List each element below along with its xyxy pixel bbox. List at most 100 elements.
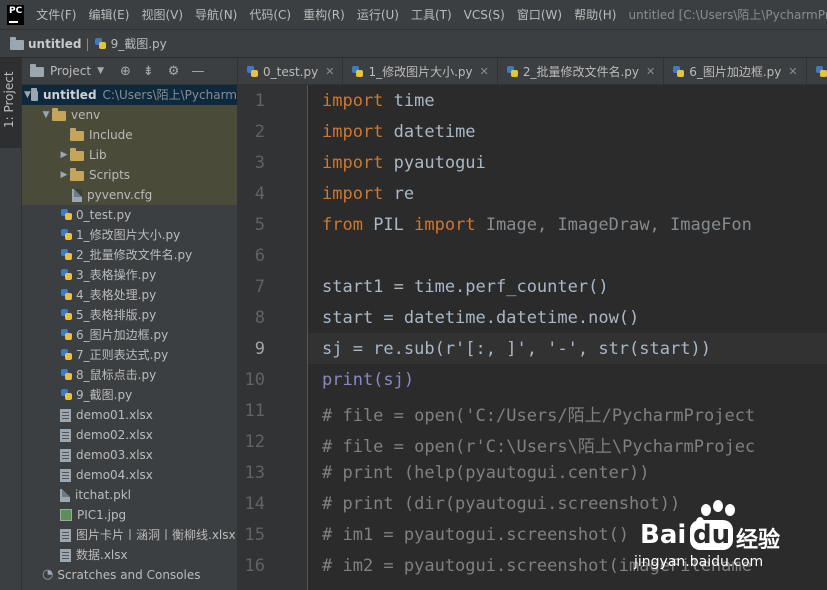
python-file-icon — [60, 228, 73, 242]
tree-file[interactable]: 0_test.py — [22, 205, 237, 225]
separator: | — [85, 36, 90, 51]
chevron-down-icon[interactable]: ▼ — [97, 66, 104, 76]
hide-icon[interactable]: — — [191, 64, 204, 79]
menu-help[interactable]: 帮助(H) — [568, 6, 622, 23]
tree-scratches[interactable]: ◔ Scratches and Consoles — [22, 565, 237, 585]
menu-vcs[interactable]: VCS(S) — [458, 8, 511, 22]
menu-navigate[interactable]: 导航(N) — [189, 6, 243, 23]
breadcrumb: untitled | 9_截图.py — [0, 30, 827, 58]
tree-item-label: demo04.xlsx — [76, 468, 153, 482]
breadcrumb-project[interactable]: untitled — [28, 37, 82, 51]
tool-window-strip: 1: Project — [0, 58, 22, 590]
tree-file[interactable]: 4_表格处理.py — [22, 285, 237, 305]
spreadsheet-file-icon — [60, 408, 71, 422]
tree-item-label: venv — [71, 108, 101, 122]
line-number: 16 — [244, 556, 265, 576]
tree-item-label: Lib — [89, 148, 107, 162]
line-number: 5 — [254, 215, 265, 235]
tree-item-label: PIC1.jpg — [77, 508, 127, 522]
tree-item-label: 0_test.py — [76, 208, 132, 222]
breadcrumb-file[interactable]: 9_截图.py — [111, 35, 167, 52]
project-tool-tab[interactable]: 1: Project — [0, 58, 21, 148]
tree-file[interactable]: 2_批量修改文件名.py — [22, 245, 237, 265]
chevron-down-icon[interactable]: ▼ — [40, 105, 52, 125]
python-file-icon — [60, 388, 73, 402]
tree-file[interactable]: 5_表格排版.py — [22, 305, 237, 325]
editor-tab[interactable]: 0_test.py ✕ — [238, 58, 344, 84]
tree-file[interactable]: demo04.xlsx — [22, 465, 237, 485]
tree-file[interactable]: 数据.xlsx — [22, 545, 237, 565]
line-number: 12 — [244, 432, 265, 452]
editor-tab[interactable]: 1_修改图片大小.py ✕ — [343, 58, 498, 84]
spreadsheet-file-icon — [60, 528, 71, 542]
watermark-url: jingyan.baidu.com — [634, 554, 764, 570]
tab-label: 6_图片加边框.py — [689, 65, 782, 79]
baidu-watermark: Bai du 经验 jingyan.baidu.com — [632, 498, 822, 578]
tree-folder-lib[interactable]: ▶ Lib — [22, 145, 237, 165]
tree-file[interactable]: 6_图片加边框.py — [22, 325, 237, 345]
tree-file[interactable]: 3_表格操作.py — [22, 265, 237, 285]
project-tool-label: 1: Project — [2, 71, 16, 128]
project-toolbar: Project ▼ ⊕ ⇟ ⚙ — — [22, 58, 237, 85]
code-line: # file = open('C:/Users/陌上/PycharmProjec… — [322, 406, 756, 426]
chevron-right-icon[interactable]: ▶ — [58, 165, 70, 185]
close-icon[interactable]: ✕ — [325, 65, 334, 78]
line-number: 11 — [244, 401, 265, 421]
menu-refactor[interactable]: 重构(R) — [297, 6, 351, 23]
python-file-icon — [672, 65, 685, 79]
tree-file-pyvenv[interactable]: pyvenv.cfg — [22, 185, 237, 205]
tree-file[interactable]: demo03.xlsx — [22, 445, 237, 465]
chevron-right-icon[interactable]: ▶ — [58, 145, 70, 165]
python-file-icon — [60, 288, 73, 302]
tree-file[interactable]: demo02.xlsx — [22, 425, 237, 445]
tree-folder-include[interactable]: Include — [22, 125, 237, 145]
close-icon[interactable]: ✕ — [646, 65, 655, 78]
tree-item-label: demo02.xlsx — [76, 428, 153, 442]
line-number: 8 — [254, 308, 265, 328]
tree-file[interactable]: 图片卡片丨涵洞丨衡柳线.xlsx — [22, 525, 237, 545]
tree-item-label: demo01.xlsx — [76, 408, 153, 422]
close-icon[interactable]: ✕ — [480, 65, 489, 78]
tree-root[interactable]: ▼ untitled C:\Users\陌上\Pycharm — [22, 85, 237, 105]
menu-window[interactable]: 窗口(W) — [511, 6, 568, 23]
collapse-icon[interactable]: ⇟ — [143, 64, 154, 79]
editor-tab[interactable]: 2_批量修改文件名.py ✕ — [498, 58, 665, 84]
menu-run[interactable]: 运行(U) — [351, 6, 405, 23]
crosshair-icon[interactable]: ⊕ — [120, 64, 131, 79]
gear-icon[interactable]: ⚙ — [168, 64, 180, 79]
tree-file[interactable]: 8_鼠标点击.py — [22, 365, 237, 385]
tree-file[interactable]: demo01.xlsx — [22, 405, 237, 425]
project-view-selector[interactable]: Project — [50, 64, 91, 78]
line-number: 2 — [254, 122, 265, 142]
chevron-down-icon[interactable]: ▼ — [24, 85, 31, 105]
tree-item-label: 5_表格排版.py — [76, 308, 157, 322]
menu-code[interactable]: 代码(C) — [243, 6, 297, 23]
tree-file[interactable]: 9_截图.py — [22, 385, 237, 405]
menu-view[interactable]: 视图(V) — [135, 6, 189, 23]
line-number: 3 — [254, 153, 265, 173]
line-number: 10 — [244, 370, 265, 390]
code-line: # im1 = pyautogui.screenshot() — [322, 525, 630, 545]
tree-file[interactable]: 7_正则表达式.py — [22, 345, 237, 365]
editor-tabs: 0_test.py ✕ 1_修改图片大小.py ✕ 2_批量修改文件名.py ✕ 6_… — [238, 58, 827, 85]
code-line: import pyautogui — [322, 153, 486, 173]
python-file-icon — [60, 208, 73, 222]
spreadsheet-file-icon — [60, 428, 71, 442]
editor-tab[interactable]: 6_图片加边框.py ✕ — [664, 58, 807, 84]
tree-file[interactable]: itchat.pkl — [22, 485, 237, 505]
tree-item-label: pyvenv.cfg — [87, 188, 153, 202]
menu-bar: PC 文件(F) 编辑(E) 视图(V) 导航(N) 代码(C) 重构(R) 运… — [0, 0, 827, 30]
tree-file[interactable]: 1_修改图片大小.py — [22, 225, 237, 245]
watermark-cn: 经验 — [736, 528, 781, 553]
close-icon[interactable]: ✕ — [788, 65, 797, 78]
python-file-icon — [60, 248, 73, 262]
tree-folder-venv[interactable]: ▼ venv — [22, 105, 237, 125]
menu-tools[interactable]: 工具(T) — [405, 6, 458, 23]
tree-folder-scripts[interactable]: ▶ Scripts — [22, 165, 237, 185]
menu-edit[interactable]: 编辑(E) — [82, 6, 135, 23]
folder-icon — [70, 168, 84, 181]
editor-tab[interactable]: 7_ — [807, 58, 827, 84]
tree-file[interactable]: PIC1.jpg — [22, 505, 237, 525]
menu-file[interactable]: 文件(F) — [30, 6, 82, 23]
python-file-icon — [60, 308, 73, 322]
